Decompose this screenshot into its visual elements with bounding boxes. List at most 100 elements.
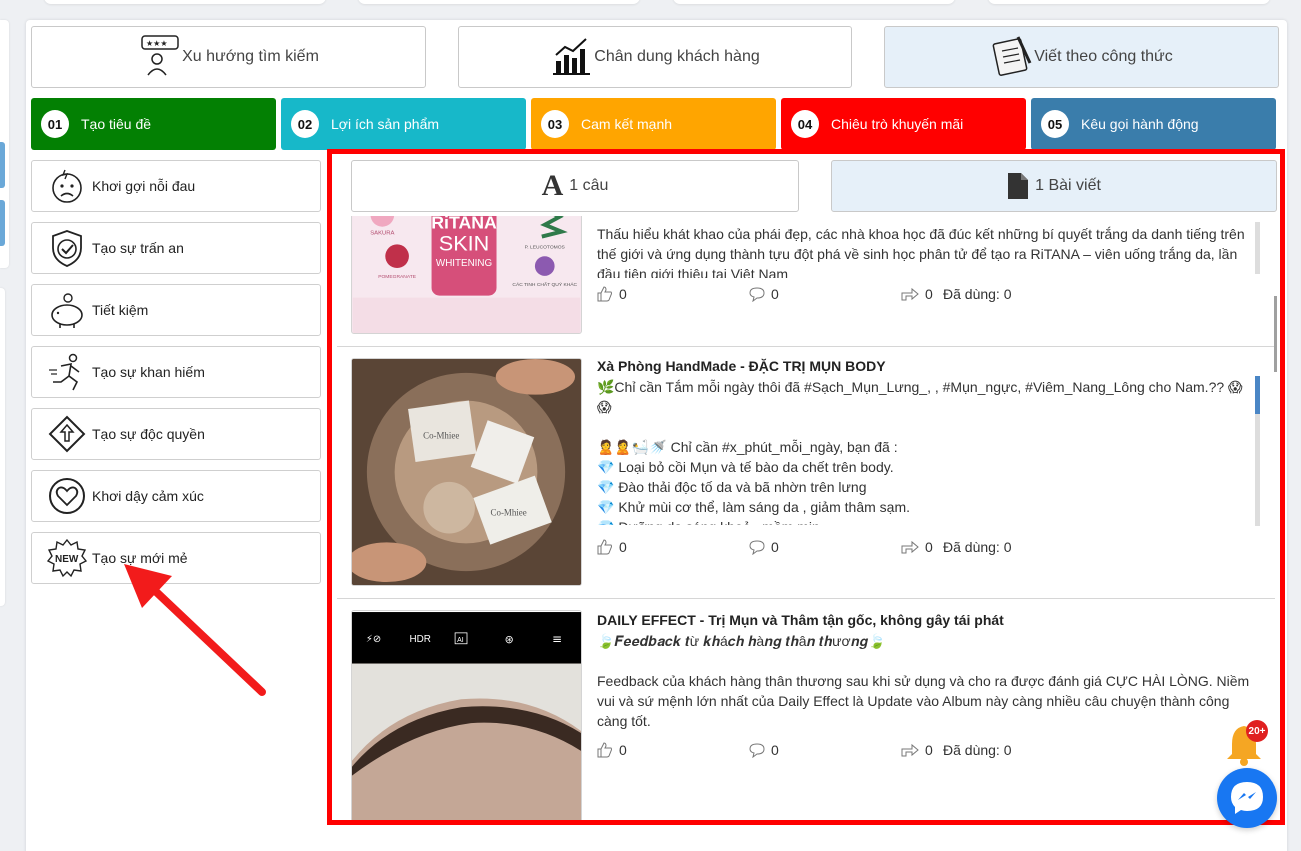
used-count: Đã dùng: 0: [943, 286, 1012, 302]
notification-bell[interactable]: 20+: [1226, 720, 1268, 766]
camera-ai-label: AI: [457, 637, 464, 644]
document-icon: [1007, 172, 1029, 200]
post-body: Feedback của khách hàng thân thương sau …: [597, 673, 1250, 729]
left-item-pain[interactable]: Khơi gợi nỗi đau: [31, 160, 321, 212]
comment-button[interactable]: 0: [749, 742, 779, 758]
post-body: 🌿Chỉ cần Tắm mỗi ngày thôi đã #Sạch_Mụn_…: [597, 379, 1243, 525]
left-item-exclusive[interactable]: Tạo sự độc quyền: [31, 408, 321, 460]
post-body: Thấu hiểu khát khao của phái đẹp, các nh…: [597, 226, 1245, 278]
comment-icon: [749, 743, 765, 758]
share-icon: [901, 540, 919, 554]
step-01[interactable]: 01 Tạo tiêu đề: [31, 98, 276, 150]
post-card[interactable]: ⚡⊘ HDR AI ⊛ ≡ DAILY EFFECT - Trị Mụn và …: [337, 600, 1275, 820]
thumb-tag-pomegranate: POMEGRANATE: [378, 274, 417, 280]
used-count: Đã dùng: 0: [943, 539, 1012, 555]
comment-icon: [749, 540, 765, 555]
left-item-label: Khơi gợi nỗi đau: [92, 178, 196, 194]
left-edge-panel: [0, 20, 9, 850]
post-thumbnail[interactable]: Co-Mhiee Co-Mhiee: [351, 358, 582, 586]
post-card[interactable]: RiTANA SKIN WHITENING SAKURA P. LEUCOTOM…: [337, 216, 1275, 347]
step-label: Lợi ích sản phẩm: [331, 116, 440, 132]
new-badge-icon: NEW: [46, 537, 88, 579]
share-count: 0: [925, 539, 933, 555]
share-button[interactable]: 0: [901, 539, 933, 555]
diamond-arrow-icon: [46, 413, 88, 455]
left-item-scarcity[interactable]: Tạo sự khan hiếm: [31, 346, 321, 398]
customer-portrait-button[interactable]: Chân dung khách hàng: [458, 26, 852, 88]
camera-flash-icon: ⚡⊘: [366, 634, 381, 645]
share-button[interactable]: 0: [901, 286, 933, 302]
step-label: Cam kết mạnh: [581, 116, 673, 132]
comment-count: 0: [771, 539, 779, 555]
heart-icon: [46, 475, 88, 517]
share-button[interactable]: 0: [901, 742, 933, 758]
post-title: DAILY EFFECT - Trị Mụn và Thâm tận gốc, …: [597, 612, 1004, 628]
share-count: 0: [925, 742, 933, 758]
share-count: 0: [925, 286, 933, 302]
thumbs-up-icon: [597, 539, 612, 555]
step-02[interactable]: 02 Lợi ích sản phẩm: [281, 98, 526, 150]
article-feed[interactable]: RiTANA SKIN WHITENING SAKURA P. LEUCOTOM…: [337, 216, 1275, 820]
post-subtitle: 🍃𝑭𝒆𝒆𝒅𝒃𝒂𝒄𝒌 𝒕ừ 𝒌𝒉á𝒄𝒉 𝒉à𝒏𝒈 𝒕𝒉â𝒏 𝒕𝒉ươ𝒏𝒈🍃: [597, 633, 886, 649]
share-icon: [901, 287, 919, 301]
step-number: 02: [291, 110, 319, 138]
post-scrollbar[interactable]: [1255, 222, 1260, 274]
thumb-skin-text: SKIN: [439, 230, 490, 255]
step-number: 04: [791, 110, 819, 138]
tab-label: 1 câu: [569, 177, 609, 194]
left-item-label: Tiết kiệm: [92, 302, 149, 318]
tab-one-article[interactable]: 1 Bài viết: [831, 160, 1277, 212]
post-thumbnail[interactable]: ⚡⊘ HDR AI ⊛ ≡: [351, 610, 582, 820]
step-03[interactable]: 03 Cam kết mạnh: [531, 98, 776, 150]
post-meta: 0 0 0 Đã dùng: 0: [597, 539, 1257, 557]
post-card[interactable]: Co-Mhiee Co-Mhiee Xà Phòng HandMade - ĐẶ…: [337, 348, 1275, 600]
left-item-emotion[interactable]: Khơi dậy cảm xúc: [31, 470, 321, 522]
messenger-chat-button[interactable]: [1217, 768, 1277, 828]
camera-menu-icon: ≡: [552, 632, 562, 646]
like-button[interactable]: 0: [597, 742, 627, 758]
step-04[interactable]: 04 Chiêu trò khuyến mãi: [781, 98, 1026, 150]
like-button[interactable]: 0: [597, 539, 627, 555]
left-item-label: Khơi dậy cảm xúc: [92, 488, 204, 504]
left-item-reassure[interactable]: Tạo sự trấn an: [31, 222, 321, 274]
bar-chart-icon: [550, 33, 594, 82]
step-05[interactable]: 05 Kêu gọi hành động: [1031, 98, 1276, 150]
feed-scrollbar[interactable]: [1274, 296, 1277, 372]
post-meta: 0 0 0 Đã dùng: 0: [597, 286, 1257, 304]
comment-button[interactable]: 0: [749, 539, 779, 555]
left-item-label: Tạo sự độc quyền: [92, 426, 205, 442]
camera-filter-icon: ⊛: [505, 633, 514, 646]
camera-hdr-label: HDR: [409, 634, 430, 645]
notification-badge: 20+: [1246, 720, 1268, 742]
write-formula-button[interactable]: Viết theo công thức: [884, 26, 1279, 88]
svg-text:★★★: ★★★: [146, 39, 168, 48]
like-button[interactable]: 0: [597, 286, 627, 302]
like-count: 0: [619, 539, 627, 555]
running-person-icon: [46, 351, 88, 393]
comment-count: 0: [771, 286, 779, 302]
step-label: Chiêu trò khuyến mãi: [831, 116, 964, 132]
top-edge-strip: [0, 0, 1301, 14]
comment-icon: [749, 287, 765, 302]
thumb-soap-text: Co-Mhiee: [423, 430, 459, 440]
post-thumbnail[interactable]: RiTANA SKIN WHITENING SAKURA P. LEUCOTOM…: [351, 216, 582, 334]
share-icon: [901, 743, 919, 757]
tab-one-sentence[interactable]: A 1 câu: [351, 160, 799, 212]
step-label: Tạo tiêu đề: [81, 116, 152, 132]
piggy-bank-icon: [46, 289, 88, 331]
shield-check-icon: [46, 227, 88, 269]
left-item-saving[interactable]: Tiết kiệm: [31, 284, 321, 336]
comment-button[interactable]: 0: [749, 286, 779, 302]
like-count: 0: [619, 286, 627, 302]
used-count: Đã dùng: 0: [943, 742, 1012, 758]
thumb-whitening-text: WHITENING: [436, 258, 492, 269]
thumbs-up-icon: [597, 286, 612, 302]
step-number: 05: [1041, 110, 1069, 138]
post-scrollbar[interactable]: [1255, 376, 1260, 526]
annotation-arrow: [124, 564, 266, 696]
left-item-label: Tạo sự trấn an: [92, 240, 184, 256]
post-title: Xà Phòng HandMade - ĐẶC TRỊ MỤN BODY: [597, 358, 886, 374]
search-trend-button[interactable]: ★★★ Xu hướng tìm kiếm: [31, 26, 426, 88]
search-trend-icon: ★★★: [138, 33, 182, 82]
pain-face-icon: [46, 165, 88, 207]
